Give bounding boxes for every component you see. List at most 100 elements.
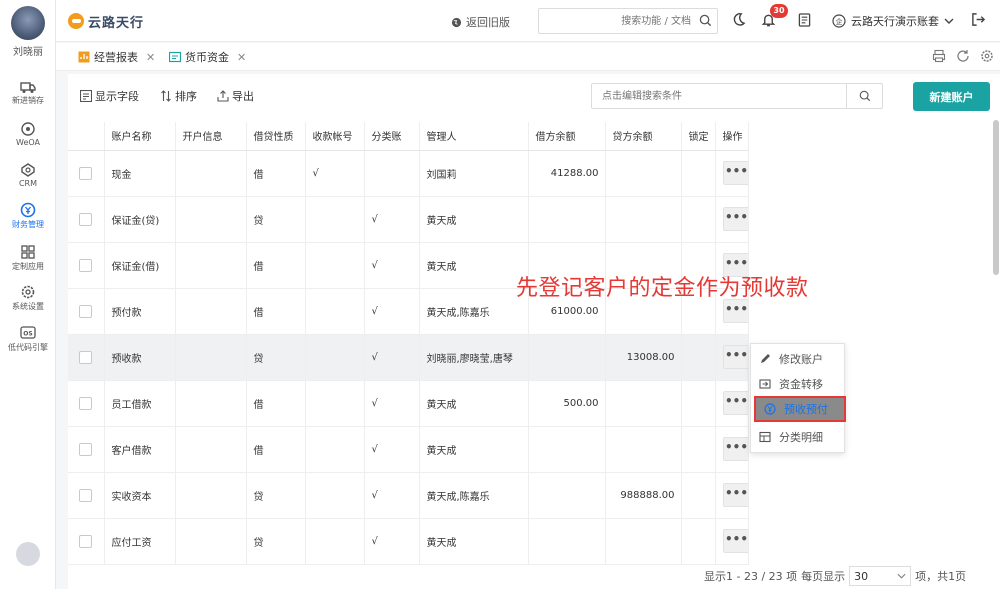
sidebar-item-finance[interactable]: 财务管理 xyxy=(0,202,56,242)
row-checkbox[interactable] xyxy=(79,534,92,548)
show-fields-button[interactable]: 显示字段 xyxy=(80,88,139,104)
more-actions-button[interactable]: ••• xyxy=(722,529,747,553)
more-actions-button[interactable]: ••• xyxy=(722,483,747,507)
nature-cell: 贷 xyxy=(246,196,306,243)
more-actions-button[interactable]: ••• xyxy=(722,345,747,369)
row-checkbox[interactable] xyxy=(79,488,92,502)
settings-icon[interactable] xyxy=(980,49,994,63)
credit-balance-cell xyxy=(605,150,682,197)
top-header: 云路天行 返回旧版 30 企 云路天行演示账套 xyxy=(56,0,1000,42)
menu-item-fund-transfer[interactable]: 资金转移 xyxy=(751,371,846,397)
export-button[interactable]: 导出 xyxy=(217,88,254,104)
avatar[interactable] xyxy=(11,6,45,40)
old-version-link[interactable]: 返回旧版 xyxy=(451,14,510,30)
table-row[interactable]: 现金 借 √ 刘国莉 41288.00 ••• xyxy=(68,150,749,197)
sidebar-item-weoa[interactable]: WeOA xyxy=(0,121,56,161)
tab-business-report[interactable]: 经营报表 ✕ xyxy=(78,49,155,65)
account-name-cell: 保证金(借) xyxy=(104,242,176,289)
row-checkbox[interactable] xyxy=(79,212,92,226)
column-header[interactable]: 管理人 xyxy=(419,122,529,151)
tab-label: 货币资金 xyxy=(185,51,229,64)
sidebar-item-settings[interactable]: 系统设置 xyxy=(0,284,56,324)
global-search[interactable] xyxy=(538,8,718,34)
moon-icon[interactable] xyxy=(731,12,746,27)
more-actions-button[interactable]: ••• xyxy=(722,299,747,323)
more-actions-button[interactable]: ••• xyxy=(722,207,747,231)
column-header[interactable]: 收款帐号 xyxy=(305,122,365,151)
logout-icon[interactable] xyxy=(971,12,986,27)
row-checkbox[interactable] xyxy=(79,396,92,410)
per-page-label: 每页显示 xyxy=(801,570,846,583)
bank-info-cell xyxy=(175,334,247,381)
row-checkbox[interactable] xyxy=(79,442,92,456)
filter-search[interactable] xyxy=(591,83,883,109)
column-header[interactable]: 借方余额 xyxy=(528,122,606,151)
table-row[interactable]: 客户借款 借 √ 黄天成 ••• xyxy=(68,426,749,473)
detail-icon xyxy=(759,431,771,443)
table-row[interactable]: 应付工资 贷 √ 黄天成 ••• xyxy=(68,518,749,565)
document-icon[interactable] xyxy=(798,12,811,28)
sort-button[interactable]: 排序 xyxy=(160,88,197,104)
nature-cell: 借 xyxy=(246,150,306,197)
sidebar-item-label: 系统设置 xyxy=(12,302,44,311)
print-icon[interactable] xyxy=(932,49,946,63)
instruction-annotation: 先登记客户的定金作为预收款 xyxy=(516,276,809,301)
menu-item-label: 资金转移 xyxy=(779,378,823,391)
table-row[interactable]: 员工借款 借 √ 黄天成 500.00 ••• xyxy=(68,380,749,427)
column-header[interactable]: 账户名称 xyxy=(104,122,176,151)
chevron-down-icon xyxy=(897,573,906,579)
tab-monetary-funds[interactable]: 货币资金 ✕ xyxy=(169,49,246,65)
menu-item-category-detail[interactable]: 分类明细 xyxy=(751,424,846,450)
main-panel: 显示字段 排序 导出 新建账户 账户名称 开户信息 借贷性质 收款帐号 分类账 … xyxy=(68,74,1000,589)
table-header: 账户名称 开户信息 借贷性质 收款帐号 分类账 管理人 借方余额 贷方余额 锁定… xyxy=(68,122,749,151)
search-input[interactable] xyxy=(539,9,695,33)
table-row[interactable]: 保证金(贷) 贷 √ 黄天成 ••• xyxy=(68,196,749,243)
actions-cell: ••• xyxy=(715,518,749,565)
company-switcher[interactable]: 企 云路天行演示账套 xyxy=(832,13,954,29)
nature-cell: 借 xyxy=(246,426,306,473)
page-size-select[interactable]: 30 xyxy=(849,566,912,586)
refresh-icon[interactable] xyxy=(956,49,970,63)
vertical-scrollbar[interactable] xyxy=(993,120,999,275)
filter-search-button[interactable] xyxy=(846,84,882,108)
column-header[interactable]: 贷方余额 xyxy=(605,122,682,151)
manager-cell: 黄天成 xyxy=(419,426,529,473)
filter-input[interactable] xyxy=(592,84,847,108)
column-header[interactable]: 借贷性质 xyxy=(246,122,306,151)
svg-text:OS: OS xyxy=(23,331,32,338)
sidebar-item-lowcode[interactable]: OS 低代码引擎 xyxy=(0,325,56,365)
close-icon[interactable]: ✕ xyxy=(146,51,155,64)
search-icon[interactable] xyxy=(699,14,712,27)
account-name-cell: 预收款 xyxy=(104,334,176,381)
new-account-button[interactable]: 新建账户 xyxy=(913,82,990,111)
sidebar-item-custom-apps[interactable]: 定制应用 xyxy=(0,244,56,284)
more-actions-button[interactable]: ••• xyxy=(722,161,747,185)
sidebar-item-crm[interactable]: CRM xyxy=(0,162,56,202)
actions-cell: ••• xyxy=(715,150,749,197)
more-actions-button[interactable]: ••• xyxy=(722,391,747,415)
row-checkbox[interactable] xyxy=(79,258,92,272)
sidebar-item-inventory[interactable]: 新进销存 xyxy=(0,80,56,120)
nature-cell: 借 xyxy=(246,380,306,427)
close-icon[interactable]: ✕ xyxy=(237,51,246,64)
app-logo[interactable]: 云路天行 xyxy=(68,11,144,31)
row-checkbox[interactable] xyxy=(79,304,92,318)
debit-balance-cell xyxy=(528,334,606,381)
column-header[interactable]: 分类账 xyxy=(364,122,420,151)
ledger-cell: √ xyxy=(364,518,420,565)
footer-logo xyxy=(16,542,40,566)
more-actions-button[interactable]: ••• xyxy=(722,437,747,461)
row-checkbox[interactable] xyxy=(79,166,92,180)
column-header[interactable]: 开户信息 xyxy=(175,122,247,151)
menu-item-edit-account[interactable]: 修改账户 xyxy=(751,346,846,372)
ledger-cell: √ xyxy=(364,426,420,473)
row-checkbox-cell xyxy=(68,472,105,519)
table-row[interactable]: 实收资本 贷 √ 黄天成,陈嘉乐 988888.00 ••• xyxy=(68,472,749,519)
row-checkbox[interactable] xyxy=(79,350,92,364)
menu-item-prepaid[interactable]: 预收预付 xyxy=(754,396,846,422)
lock-cell xyxy=(681,196,716,243)
ledger-cell: √ xyxy=(364,380,420,427)
table-row[interactable]: 预收款 贷 √ 刘晓丽,廖晓莹,唐琴 13008.00 ••• xyxy=(68,334,749,381)
column-header[interactable]: 锁定 xyxy=(681,122,716,151)
debit-balance-cell: 41288.00 xyxy=(528,150,606,197)
